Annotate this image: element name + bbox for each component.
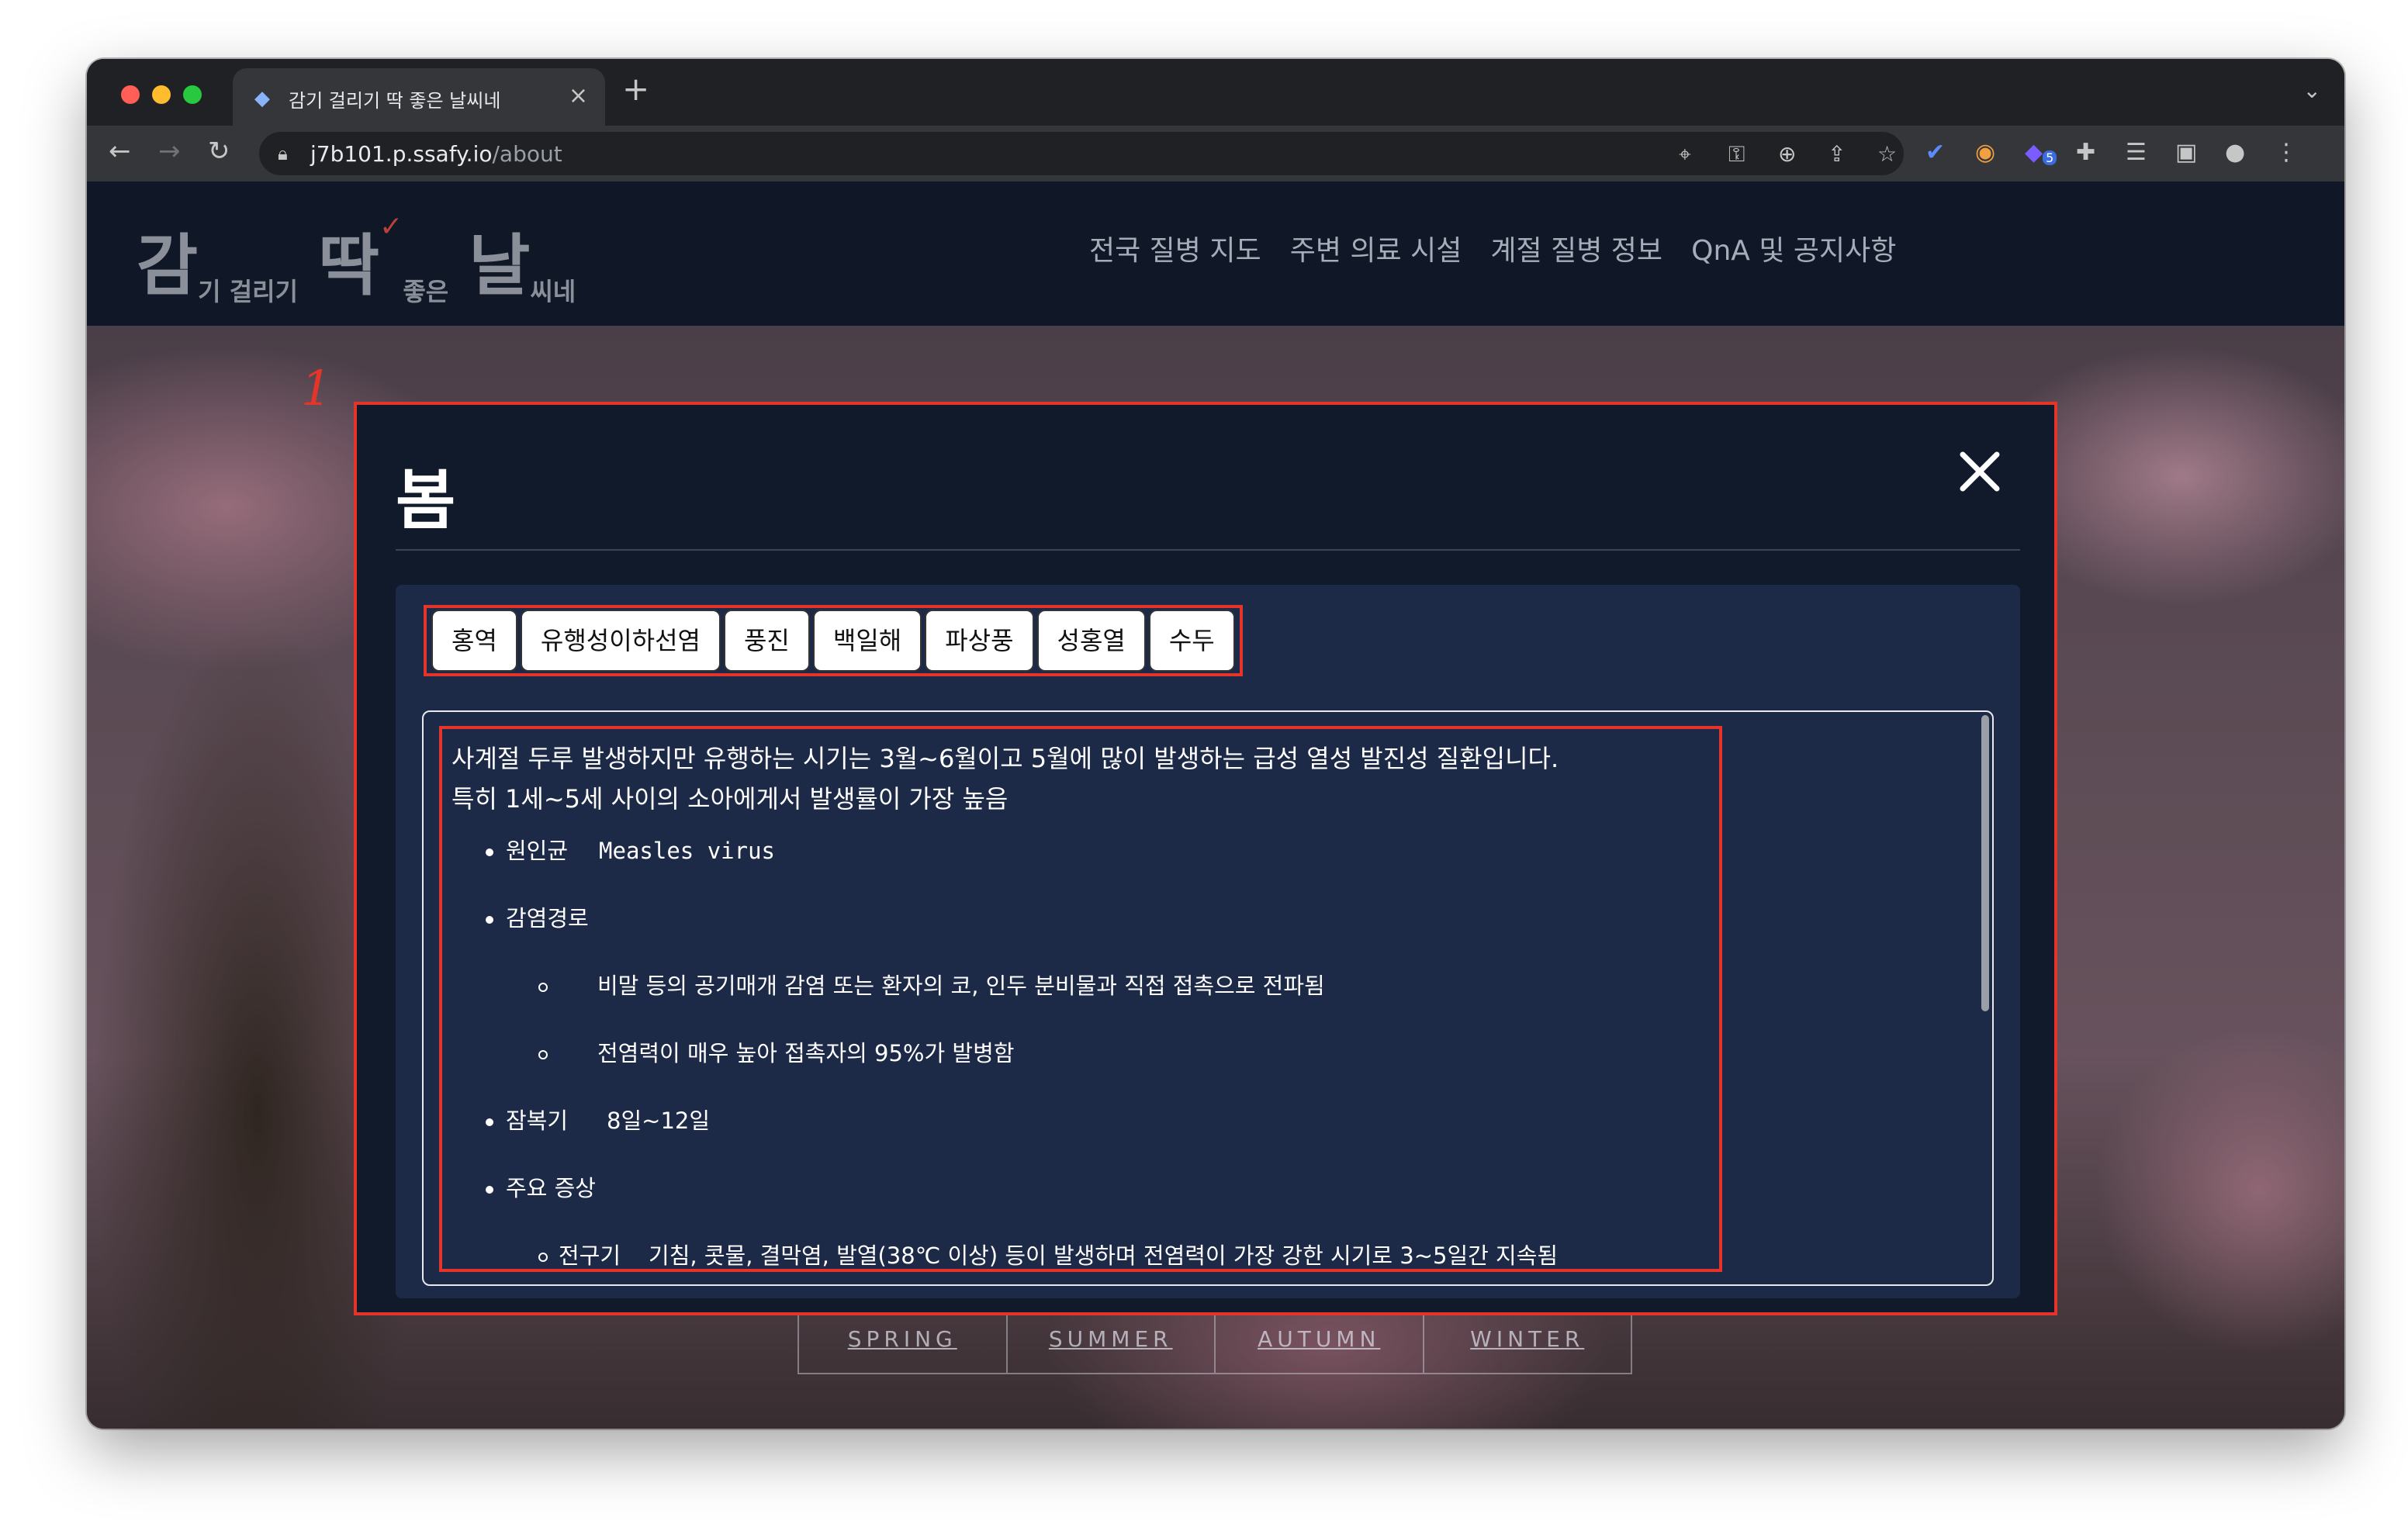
favicon-icon: ◆ [254,87,270,110]
season-tab-spring[interactable]: SPRING [799,1312,1008,1373]
incubation-item: 잠복기 8일~12일 [486,1103,710,1135]
infection-route-detail-1: 비말 등의 공기매개 감염 또는 환자의 코, 인두 분비물과 직접 접촉으로 … [538,968,1325,1001]
tag-scarlet-fever[interactable]: 성홍열 [1036,610,1146,672]
reload-icon[interactable]: ↻ [208,138,230,164]
tab-search-chevron-icon[interactable]: ⌄ [2303,78,2321,103]
address-bar[interactable]: 🔒︎ j7b101.p.ssafy.io/about ⌖ ⚿ ⊕ ⇪ ☆ [259,132,1904,175]
close-window-button[interactable] [121,85,140,104]
share-icon[interactable]: ⇪ [1828,141,1846,167]
badge-extension-icon[interactable]: ◆ 5 [2025,141,2057,165]
browser-toolbar: ← → ↻ 🔒︎ j7b101.p.ssafy.io/about ⌖ ⚿ ⊕ ⇪… [87,126,2344,181]
forward-arrow-icon[interactable]: → [158,138,181,164]
puzzle-extensions-icon[interactable]: ✚ [2076,141,2095,164]
new-tab-button[interactable]: + [622,73,649,105]
reading-list-icon[interactable]: ☰ [2126,141,2147,164]
location-pin-icon[interactable]: ⌖ [1679,141,1691,168]
lock-icon[interactable]: 🔒︎ [278,143,288,164]
detail-highlight: 사계절 두루 발생하지만 유행하는 시기는 3월~6월이고 5월에 많이 발생하… [439,726,1722,1272]
profile-avatar-icon[interactable]: ● [2225,141,2245,164]
season-tab-autumn[interactable]: AUTUMN [1216,1312,1424,1373]
nav-qna-notices[interactable]: QnA 및 공지사항 [1691,228,1896,268]
nav-disease-map[interactable]: 전국 질병 지도 [1089,228,1261,268]
zoom-icon[interactable]: ⊕ [1778,141,1796,167]
modal-title: 봄 [396,462,456,538]
check-mark-icon: ✓ [379,211,403,243]
tag-rubella[interactable]: 풍진 [723,610,810,672]
season-tab-summer[interactable]: SUMMER [1008,1312,1216,1373]
nav-medical-facilities[interactable]: 주변 의료 시설 [1290,228,1462,268]
season-tab-winter[interactable]: WINTER [1424,1312,1631,1373]
browser-tab[interactable]: ◆ 감기 걸리기 딱 좋은 날씨네 × [233,68,605,126]
owl-extension-icon[interactable]: ◉ [1975,141,1995,164]
back-arrow-icon[interactable]: ← [109,138,131,164]
url-text[interactable]: j7b101.p.ssafy.io/about [310,141,562,167]
site-nav: 전국 질병 지도 주변 의료 시설 계절 질병 정보 QnA 및 공지사항 [1089,228,1921,268]
site-logo[interactable]: 감기 걸리기 딱✓좋은 날씨네 [137,211,596,306]
pathogen-item: 원인균 Measles virus [486,833,775,866]
disease-description: 사계절 두루 발생하지만 유행하는 시기는 3월~6월이고 5월에 많이 발생하… [452,744,1559,814]
side-panel-icon[interactable]: ▣ [2175,141,2197,164]
key-icon[interactable]: ⚿ [1728,141,1745,168]
divider [396,549,2020,551]
tag-measles[interactable]: 홍역 [431,610,517,672]
infection-route-detail-2: 전염력이 매우 높아 접촉자의 95%가 발병함 [538,1035,1014,1068]
browser-window: ◆ 감기 걸리기 딱 좋은 날씨네 × + ⌄ ← → ↻ 🔒︎ j7b101.… [87,59,2344,1429]
tab-bar: ◆ 감기 걸리기 딱 좋은 날씨네 × + ⌄ [87,59,2344,126]
bookmark-star-icon[interactable]: ☆ [1877,141,1897,167]
scrollbar[interactable] [1981,715,1989,1011]
tag-mumps[interactable]: 유행성이하선염 [520,610,721,672]
modal-body: 홍역 유행성이하선염 풍진 백일해 파상풍 성홍열 수두 사계절 두루 발생하지… [396,585,2020,1298]
maximize-window-button[interactable] [183,85,202,104]
season-modal: 봄 홍역 유행성이하선염 풍진 백일해 파상풍 성홍열 수두 사계절 두루 발생… [354,402,2057,1315]
infection-route-item: 감염경로 [486,900,589,933]
nav-seasonal-disease-info[interactable]: 계절 질병 정보 [1490,228,1662,268]
tag-chickenpox[interactable]: 수두 [1148,610,1235,672]
site-header: 감기 걸리기 딱✓좋은 날씨네 전국 질병 지도 주변 의료 시설 계절 질병 정보… [87,181,2344,326]
annotation-1: 1 [301,360,332,416]
menu-kebab-icon[interactable]: ⋮ [2275,141,2298,164]
close-icon[interactable] [1956,448,2003,495]
web-page: 감기 걸리기 딱✓좋은 날씨네 전국 질병 지도 주변 의료 시설 계절 질병 정보… [87,181,2344,1429]
checkmark-extension-icon[interactable]: ✔ [1925,141,1945,164]
tab-title: 감기 걸리기 딱 좋은 날씨네 [289,90,501,112]
minimize-window-button[interactable] [152,85,171,104]
symptoms-item: 주요 증상 [486,1170,596,1203]
prodrome-detail: 전구기 기침, 콧물, 결막염, 발열(38℃ 이상) 등이 발생하며 전염력이 … [538,1238,1558,1270]
tab-close-icon[interactable]: × [569,82,588,109]
disease-detail-panel[interactable]: 사계절 두루 발생하지만 유행하는 시기는 3월~6월이고 5월에 많이 발생하… [422,710,1994,1286]
tag-tetanus[interactable]: 파상풍 [925,610,1034,672]
disease-tag-row: 홍역 유행성이하선염 풍진 백일해 파상풍 성홍열 수두 [424,605,1243,676]
tag-pertussis[interactable]: 백일해 [812,610,922,672]
season-tabs: SPRING SUMMER AUTUMN WINTER [797,1311,1632,1374]
